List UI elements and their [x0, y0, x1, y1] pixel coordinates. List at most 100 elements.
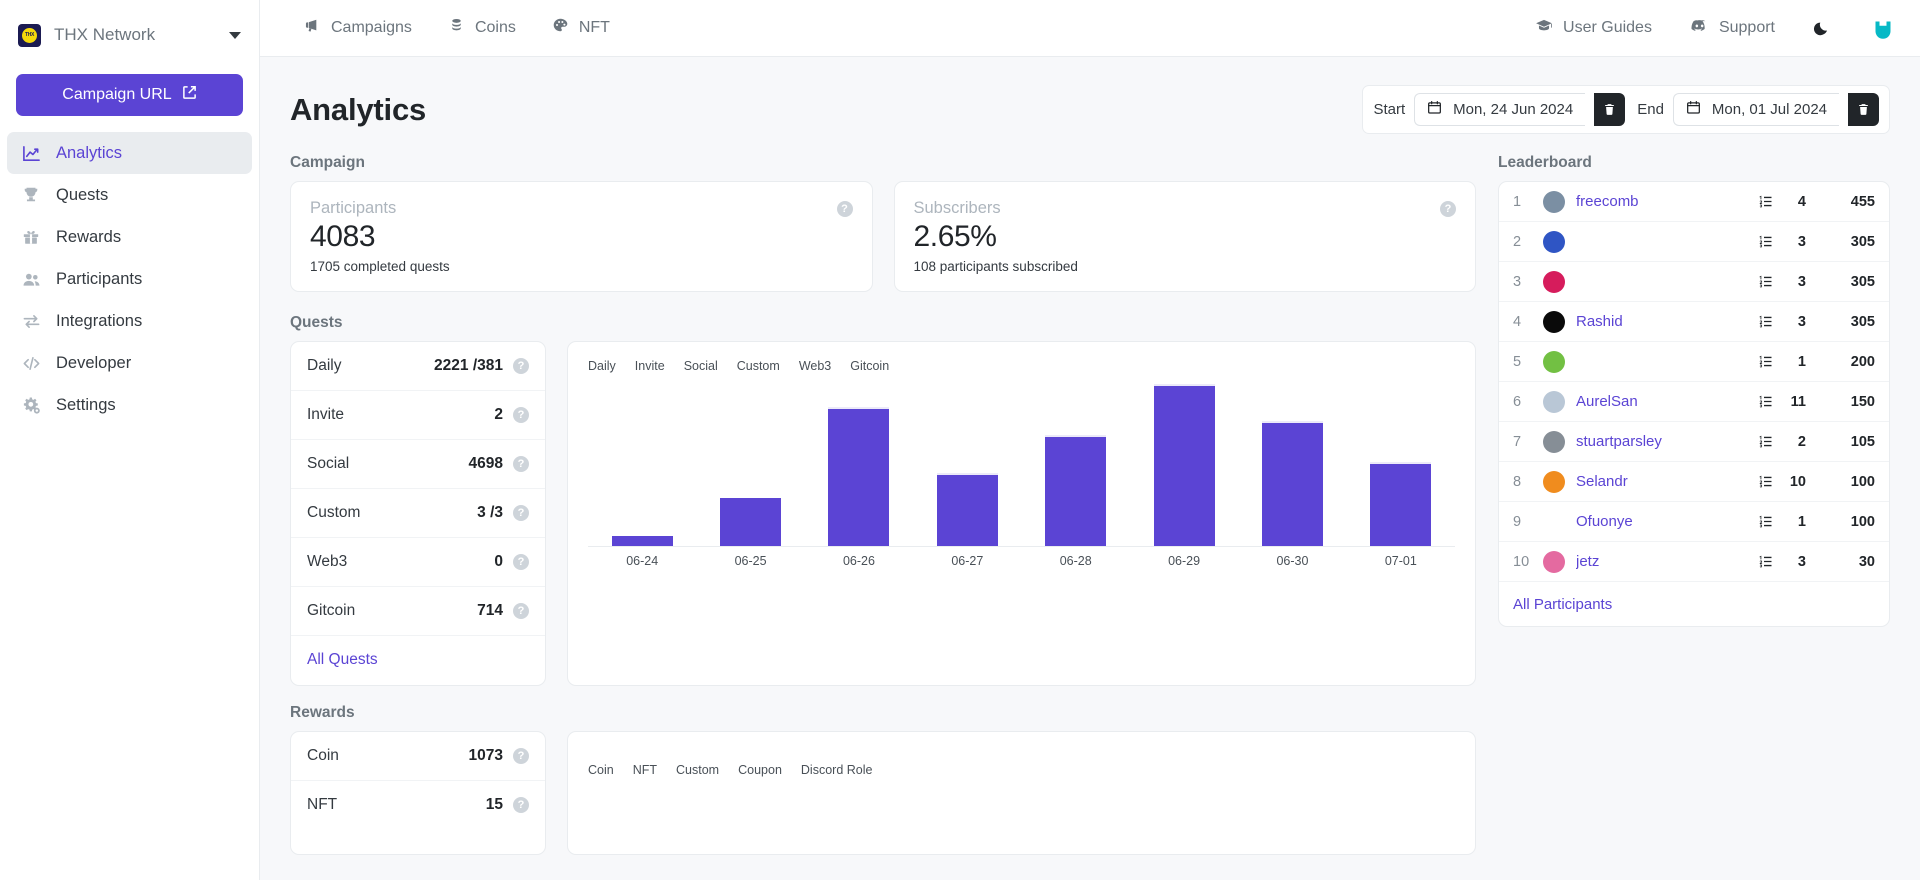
all-quests-row[interactable]: All Quests [291, 636, 545, 685]
legend-item[interactable]: Social [684, 359, 718, 373]
question-circle-icon[interactable]: ? [513, 748, 529, 764]
bar-segment[interactable] [612, 536, 673, 546]
stacked-bar[interactable] [1370, 462, 1431, 545]
question-circle-icon[interactable]: ? [1440, 201, 1456, 217]
bar-segment[interactable] [828, 459, 889, 546]
legend-item[interactable]: Coin [588, 763, 614, 777]
leaderboard-username[interactable]: AurelSan [1576, 393, 1747, 410]
bar-segment[interactable] [1154, 446, 1215, 546]
legend-item[interactable]: Custom [737, 359, 780, 373]
sidebar-item-analytics[interactable]: Analytics [7, 132, 252, 174]
bar-segment[interactable] [937, 473, 998, 508]
leaderboard-row[interactable]: 9Ofuonye1100 [1499, 502, 1889, 542]
all-participants-row[interactable]: All Participants [1499, 582, 1889, 626]
table-row[interactable]: Gitcoin 714 ? [291, 587, 545, 636]
bar-slot[interactable] [1130, 379, 1238, 546]
leaderboard-username[interactable]: stuartparsley [1576, 433, 1747, 450]
legend-item[interactable]: Gitcoin [850, 359, 889, 373]
sidebar-item-developer[interactable]: Developer [7, 342, 252, 384]
bar-segment[interactable] [1370, 462, 1431, 510]
table-row[interactable]: Web3 0 ? [291, 538, 545, 587]
question-circle-icon[interactable]: ? [513, 407, 529, 423]
start-date-clear-button[interactable] [1594, 93, 1625, 126]
stacked-bar[interactable] [720, 498, 781, 546]
legend-item[interactable]: Invite [635, 359, 665, 373]
legend-item[interactable]: Custom [676, 763, 719, 777]
bar-segment[interactable] [1370, 510, 1431, 546]
leaderboard-row[interactable]: 51200 [1499, 342, 1889, 382]
sidebar-item-participants[interactable]: Participants [7, 258, 252, 300]
stacked-bar[interactable] [1154, 384, 1215, 545]
workspace-switcher[interactable]: THX THX Network [0, 0, 259, 70]
bar-slot[interactable] [1022, 379, 1130, 546]
bar-segment[interactable] [937, 508, 998, 546]
leaderboard-username[interactable]: jetz [1576, 553, 1747, 570]
question-circle-icon[interactable]: ? [513, 505, 529, 521]
leaderboard-row[interactable]: 23305 [1499, 222, 1889, 262]
all-quests-link[interactable]: All Quests [307, 651, 378, 669]
topnav-item-campaigns[interactable]: Campaigns [304, 17, 412, 39]
bar-segment[interactable] [1045, 459, 1106, 546]
stacked-bar[interactable] [937, 473, 998, 546]
bar-slot[interactable] [588, 379, 696, 546]
bar-segment[interactable] [1262, 421, 1323, 459]
legend-item[interactable]: Web3 [799, 359, 831, 373]
table-row[interactable]: Coin 1073 ? [291, 732, 545, 781]
bar-segment[interactable] [720, 498, 781, 546]
bar-segment[interactable] [1045, 435, 1106, 459]
leaderboard-row[interactable]: 33305 [1499, 262, 1889, 302]
stacked-bar[interactable] [828, 407, 889, 546]
sidebar-item-quests[interactable]: Quests [7, 174, 252, 216]
leaderboard-row[interactable]: 4Rashid3305 [1499, 302, 1889, 342]
moon-icon[interactable] [1813, 19, 1831, 37]
bar-slot[interactable] [1238, 379, 1346, 546]
topnav-item-coins[interactable]: Coins [448, 17, 516, 39]
legend-item[interactable]: Daily [588, 359, 616, 373]
thx-account-icon[interactable] [1869, 15, 1896, 42]
end-date-clear-button[interactable] [1848, 93, 1879, 126]
bar-slot[interactable] [805, 379, 913, 546]
leaderboard-username[interactable]: Rashid [1576, 313, 1747, 330]
sidebar-item-rewards[interactable]: Rewards [7, 216, 252, 258]
leaderboard-username[interactable]: freecomb [1576, 193, 1747, 210]
question-circle-icon[interactable]: ? [513, 554, 529, 570]
bar-segment[interactable] [1262, 459, 1323, 546]
leaderboard-row[interactable]: 10jetz330 [1499, 542, 1889, 582]
legend-item[interactable]: Coupon [738, 763, 782, 777]
sidebar-item-integrations[interactable]: Integrations [7, 300, 252, 342]
legend-item[interactable]: NFT [633, 763, 657, 777]
support-link[interactable]: Support [1690, 16, 1775, 40]
stacked-bar[interactable] [1045, 435, 1106, 546]
leaderboard-username[interactable]: Ofuonye [1576, 513, 1747, 530]
leaderboard-row[interactable]: 1freecomb4455 [1499, 182, 1889, 222]
end-date-input[interactable]: Mon, 01 Jul 2024 [1673, 93, 1839, 126]
bar-slot[interactable] [696, 379, 804, 546]
stacked-bar[interactable] [1262, 421, 1323, 546]
table-row[interactable]: Custom 3 /3 ? [291, 489, 545, 538]
bar-segment[interactable] [828, 407, 889, 459]
sidebar-item-settings[interactable]: Settings [7, 384, 252, 426]
leaderboard-row[interactable]: 7stuartparsley2105 [1499, 422, 1889, 462]
leaderboard-row[interactable]: 6AurelSan11150 [1499, 382, 1889, 422]
start-date-input[interactable]: Mon, 24 Jun 2024 [1414, 93, 1585, 126]
campaign-url-button[interactable]: Campaign URL [16, 74, 243, 116]
user-guides-link[interactable]: User Guides [1535, 17, 1652, 40]
table-row[interactable]: NFT 15 ? [291, 781, 545, 830]
table-row[interactable]: Social 4698 ? [291, 440, 545, 489]
question-circle-icon[interactable]: ? [513, 797, 529, 813]
leaderboard-username[interactable]: Selandr [1576, 473, 1747, 490]
bar-slot[interactable] [1347, 379, 1455, 546]
stacked-bar[interactable] [612, 536, 673, 546]
leaderboard-row[interactable]: 8Selandr10100 [1499, 462, 1889, 502]
question-circle-icon[interactable]: ? [513, 456, 529, 472]
bar-slot[interactable] [913, 379, 1021, 546]
question-circle-icon[interactable]: ? [837, 201, 853, 217]
question-circle-icon[interactable]: ? [513, 358, 529, 374]
table-row[interactable]: Invite 2 ? [291, 391, 545, 440]
all-participants-link[interactable]: All Participants [1513, 596, 1612, 613]
bar-segment[interactable] [1154, 384, 1215, 446]
legend-item[interactable]: Discord Role [801, 763, 873, 777]
table-row[interactable]: Daily 2221 /381 ? [291, 342, 545, 391]
question-circle-icon[interactable]: ? [513, 603, 529, 619]
topnav-item-nft[interactable]: NFT [552, 17, 610, 39]
